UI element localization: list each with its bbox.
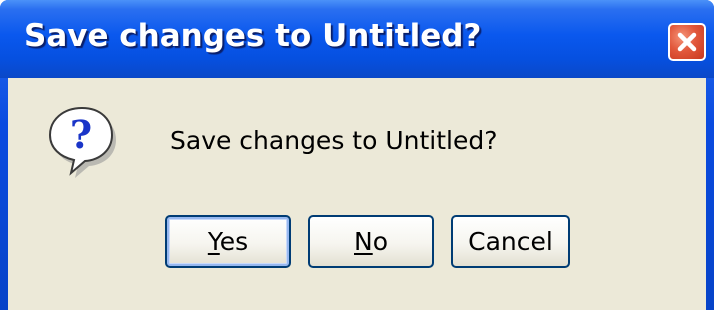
svg-text:?: ? — [70, 112, 92, 157]
question-icon: ? — [48, 106, 116, 178]
dialog-body: ? Save changes to Untitled? Yes No Cance… — [8, 78, 706, 310]
title-bar[interactable]: Save changes to Untitled? — [0, 0, 714, 78]
close-button[interactable] — [668, 23, 706, 61]
no-button[interactable]: No — [308, 215, 434, 268]
yes-label-rest: es — [219, 227, 249, 256]
dialog-message: Save changes to Untitled? — [170, 126, 498, 155]
dialog-window: Save changes to Untitled? ? Save changes… — [0, 0, 714, 310]
yes-mnemonic: Y — [207, 227, 220, 256]
cancel-button[interactable]: Cancel — [451, 215, 570, 268]
no-mnemonic: N — [354, 227, 373, 256]
yes-button[interactable]: Yes — [165, 215, 291, 268]
no-label-rest: o — [372, 227, 388, 256]
close-icon — [677, 32, 697, 52]
window-title: Save changes to Untitled? — [24, 18, 482, 54]
